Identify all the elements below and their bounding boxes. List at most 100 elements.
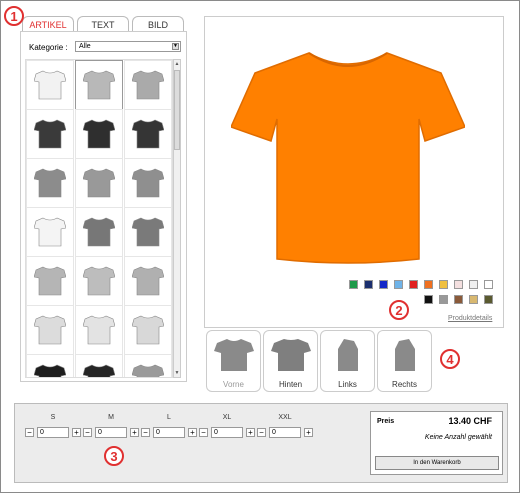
- color-swatch[interactable]: [349, 280, 358, 289]
- product-cell[interactable]: [124, 305, 172, 355]
- grey-polo-icon: [34, 168, 66, 198]
- product-cell[interactable]: [75, 305, 123, 355]
- increase-button[interactable]: +: [130, 428, 139, 437]
- product-cell[interactable]: [75, 256, 123, 306]
- grey-sweatshirt-icon: [83, 217, 115, 247]
- price-value: 13.40 CHF: [448, 416, 492, 426]
- size-label: XXL: [278, 414, 292, 421]
- white-tshirt-icon: [34, 70, 66, 100]
- product-cell[interactable]: [26, 207, 74, 257]
- orange-tshirt-icon: [231, 52, 465, 264]
- grey-women-polo-icon: [83, 168, 115, 198]
- product-cell[interactable]: [124, 256, 172, 306]
- increase-button[interactable]: +: [246, 428, 255, 437]
- increase-button[interactable]: +: [304, 428, 313, 437]
- color-swatch[interactable]: [484, 295, 493, 304]
- size-label: M: [108, 414, 114, 421]
- color-swatch[interactable]: [439, 295, 448, 304]
- tab-artikel[interactable]: ARTIKEL: [22, 16, 74, 32]
- view-selector: Vorne Hinten Links Rechts: [206, 330, 434, 392]
- size-label: S: [50, 414, 56, 421]
- front-view-icon: [214, 339, 254, 371]
- black-women-tshirt-icon: [83, 119, 115, 149]
- color-swatch[interactable]: [394, 280, 403, 289]
- view-links[interactable]: Links: [320, 330, 375, 392]
- kategorie-select[interactable]: Alle ▼: [75, 41, 181, 52]
- color-swatch[interactable]: [484, 280, 493, 289]
- color-swatch[interactable]: [424, 295, 433, 304]
- product-grid: [25, 59, 173, 378]
- size-label: L: [167, 414, 171, 421]
- white-long-shirt-icon: [132, 315, 164, 345]
- decrease-button[interactable]: −: [83, 428, 92, 437]
- price-box: Preis 13.40 CHF Keine Anzahl gewählt In …: [370, 411, 503, 475]
- view-label: Links: [338, 380, 357, 389]
- product-cell[interactable]: [124, 354, 172, 377]
- increase-button[interactable]: +: [188, 428, 197, 437]
- color-swatch[interactable]: [469, 280, 478, 289]
- color-swatch[interactable]: [469, 295, 478, 304]
- view-label: Vorne: [223, 380, 244, 389]
- white-women-tanktop-icon: [34, 217, 66, 247]
- color-swatch[interactable]: [439, 280, 448, 289]
- scrollbar-thumb[interactable]: [174, 70, 180, 150]
- product-cell[interactable]: [124, 109, 172, 159]
- product-cell[interactable]: [26, 109, 74, 159]
- grey-folded-shirt-icon: [132, 364, 164, 377]
- view-hinten[interactable]: Hinten: [263, 330, 318, 392]
- view-vorne[interactable]: Vorne: [206, 330, 261, 392]
- white-longsleeve-shirt-icon: [34, 315, 66, 345]
- product-cell[interactable]: [75, 60, 123, 110]
- editor-tabs: ARTIKEL TEXT BILD: [22, 16, 187, 32]
- color-swatch[interactable]: [364, 280, 373, 289]
- price-note: Keine Anzahl gewählt: [424, 434, 492, 441]
- view-label: Rechts: [392, 380, 417, 389]
- grey-hoodie-icon: [132, 217, 164, 247]
- product-cell[interactable]: [26, 256, 74, 306]
- kategorie-label: Kategorie :: [29, 43, 68, 52]
- increase-button[interactable]: +: [72, 428, 81, 437]
- add-to-cart-button[interactable]: In den Warenkorb: [375, 456, 499, 470]
- color-swatch[interactable]: [424, 280, 433, 289]
- quantity-input[interactable]: 0: [211, 427, 243, 438]
- black-tshirt-icon: [34, 119, 66, 149]
- scroll-up-icon[interactable]: ▲: [174, 60, 180, 68]
- product-cell[interactable]: [124, 158, 172, 208]
- black-longsleeve-shirt-icon: [34, 364, 66, 377]
- product-cell[interactable]: [75, 109, 123, 159]
- view-rechts[interactable]: Rechts: [377, 330, 432, 392]
- grey-shortsleeve-shirt-icon: [34, 266, 66, 296]
- grey-longsleeve-shirt-icon: [132, 266, 164, 296]
- product-cell[interactable]: [26, 305, 74, 355]
- scroll-down-icon[interactable]: ▼: [174, 369, 180, 377]
- product-cell[interactable]: [26, 158, 74, 208]
- product-cell[interactable]: [75, 158, 123, 208]
- product-cell[interactable]: [26, 354, 74, 377]
- quantity-input[interactable]: 0: [269, 427, 301, 438]
- product-cell[interactable]: [124, 60, 172, 110]
- quantity-input[interactable]: 0: [95, 427, 127, 438]
- decrease-button[interactable]: −: [141, 428, 150, 437]
- marker-3: 3: [104, 446, 124, 466]
- product-cell[interactable]: [26, 60, 74, 110]
- decrease-button[interactable]: −: [257, 428, 266, 437]
- color-swatch[interactable]: [454, 295, 463, 304]
- decrease-button[interactable]: −: [25, 428, 34, 437]
- product-catalog-panel: Kategorie : Alle ▼ ▲ ▼: [20, 31, 187, 382]
- color-swatch[interactable]: [379, 280, 388, 289]
- quantity-input[interactable]: 0: [37, 427, 69, 438]
- produktdetails-link[interactable]: Produktdetails: [448, 315, 492, 322]
- white-women-blouse-icon: [83, 315, 115, 345]
- product-cell[interactable]: [75, 207, 123, 257]
- color-swatch[interactable]: [454, 280, 463, 289]
- product-cell[interactable]: [124, 207, 172, 257]
- tab-text[interactable]: TEXT: [77, 16, 129, 32]
- quantity-input[interactable]: 0: [153, 427, 185, 438]
- black-longsleeve-icon: [132, 119, 164, 149]
- decrease-button[interactable]: −: [199, 428, 208, 437]
- color-swatch[interactable]: [409, 280, 418, 289]
- tab-bild[interactable]: BILD: [132, 16, 184, 32]
- catalog-scrollbar[interactable]: ▲ ▼: [173, 59, 181, 378]
- product-cell[interactable]: [75, 354, 123, 377]
- price-label: Preis: [377, 418, 395, 425]
